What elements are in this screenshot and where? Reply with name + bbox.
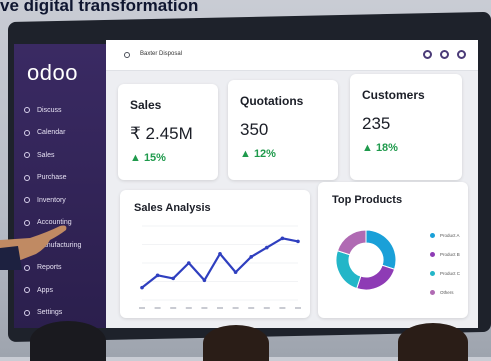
donut-slice [356,264,396,291]
sidebar-item-label: Sales [37,151,55,159]
dashboard-main: Baxter Disposal Sales ₹ 2.45M ▲ 15% Quot… [106,40,478,328]
sidebar-item-label: Purchase [37,174,67,182]
sidebar-item-label: Apps [37,286,53,294]
legend-item: Product C [430,264,460,283]
data-point [140,285,144,290]
audience-heads [0,317,491,361]
sidebar-item-apps[interactable]: Apps [24,279,106,302]
legend-swatch [430,233,435,238]
legend-swatch [430,271,435,276]
data-point [233,270,238,275]
legend-label: Product B [440,252,460,257]
sidebar-item-label: Discuss [37,106,62,114]
top-products-card: Top Products Product A Product B Product… [318,182,468,318]
workspace-icon[interactable] [124,52,130,58]
notification-icon[interactable] [423,50,432,59]
x-tick-label [263,307,270,309]
circle-icon [24,287,30,294]
data-point [249,255,253,259]
sidebar: odoo Discuss Calendar Sales Purchase Inv… [14,44,106,328]
donut-slice [335,250,362,290]
kpi-card-sales[interactable]: Sales ₹ 2.45M ▲ 15% [118,84,218,180]
sidebar-item-label: Settings [37,309,63,317]
legend-swatch [430,290,435,295]
kpi-value: ₹ 2.45M [130,124,193,143]
legend-swatch [430,252,435,257]
legend-item: Product B [430,245,460,264]
kpi-label: Customers [362,88,425,102]
audience-head [398,323,468,361]
user-icon[interactable] [457,50,466,59]
data-point [202,278,207,283]
x-tick-label [248,307,255,309]
circle-icon [24,174,30,181]
donut-slice [336,229,367,256]
sales-analysis-card: Sales Analysis [120,190,310,318]
sidebar-item-purchase[interactable]: Purchase [24,167,106,190]
data-point [296,239,300,244]
data-point [280,236,285,241]
legend-item: Others [430,283,460,302]
donut-slice [365,229,397,270]
topbar-icons [423,50,466,59]
x-tick-label [170,307,177,309]
circle-icon [24,107,30,114]
x-tick-label [217,307,223,309]
kpi-card-customers[interactable]: Customers 235 ▲ 18% [350,74,462,180]
sales-line-chart [139,225,301,309]
sidebar-item-sales[interactable]: Sales [24,144,106,167]
chart-legend: Product A Product B Product C Others [430,226,460,302]
legend-label: Product A [440,233,460,238]
circle-icon [24,197,30,204]
kpi-value: 350 [240,120,269,139]
legend-label: Product C [440,271,461,276]
legend-label: Others [440,290,454,295]
x-tick-label [295,307,301,309]
data-point [187,261,191,265]
x-tick-label [154,307,161,309]
data-point [265,245,269,250]
presenter-hand [0,225,67,270]
top-products-donut [335,229,397,291]
sidebar-item-inventory[interactable]: Inventory [24,189,106,212]
headline: ve digital transformation [0,0,199,15]
odoo-logo[interactable]: odoo [27,60,78,86]
kpi-card-quotations[interactable]: Quotations 350 ▲ 12% [228,80,338,180]
kpi-value: 235 [362,114,391,133]
circle-icon [24,129,30,136]
sidebar-item-calendar[interactable]: Calendar [24,122,106,145]
x-tick-label [232,307,239,309]
settings-icon[interactable] [440,50,449,59]
data-point [218,251,222,256]
topbar: Baxter Disposal [106,40,478,71]
kpi-delta: ▲ 18% [362,142,398,154]
kpi-label: Quotations [240,94,304,108]
x-tick-label [201,307,208,309]
circle-icon [24,309,30,316]
legend-item: Product A [430,226,460,245]
sidebar-item-label: Inventory [37,196,66,204]
data-point [171,276,175,281]
kpi-delta: ▲ 12% [240,148,276,160]
audience-head [203,325,269,361]
x-tick-label [139,307,145,309]
x-tick-label [279,307,286,309]
sidebar-item-discuss[interactable]: Discuss [24,99,106,122]
data-point [155,273,160,278]
audience-head [30,321,106,361]
sidebar-item-label: Calendar [37,129,66,137]
kpi-delta: ▲ 15% [130,152,166,164]
x-tick-label [185,307,192,309]
kpi-label: Sales [130,98,162,112]
circle-icon [24,152,30,159]
workspace-name[interactable]: Baxter Disposal [140,51,182,57]
